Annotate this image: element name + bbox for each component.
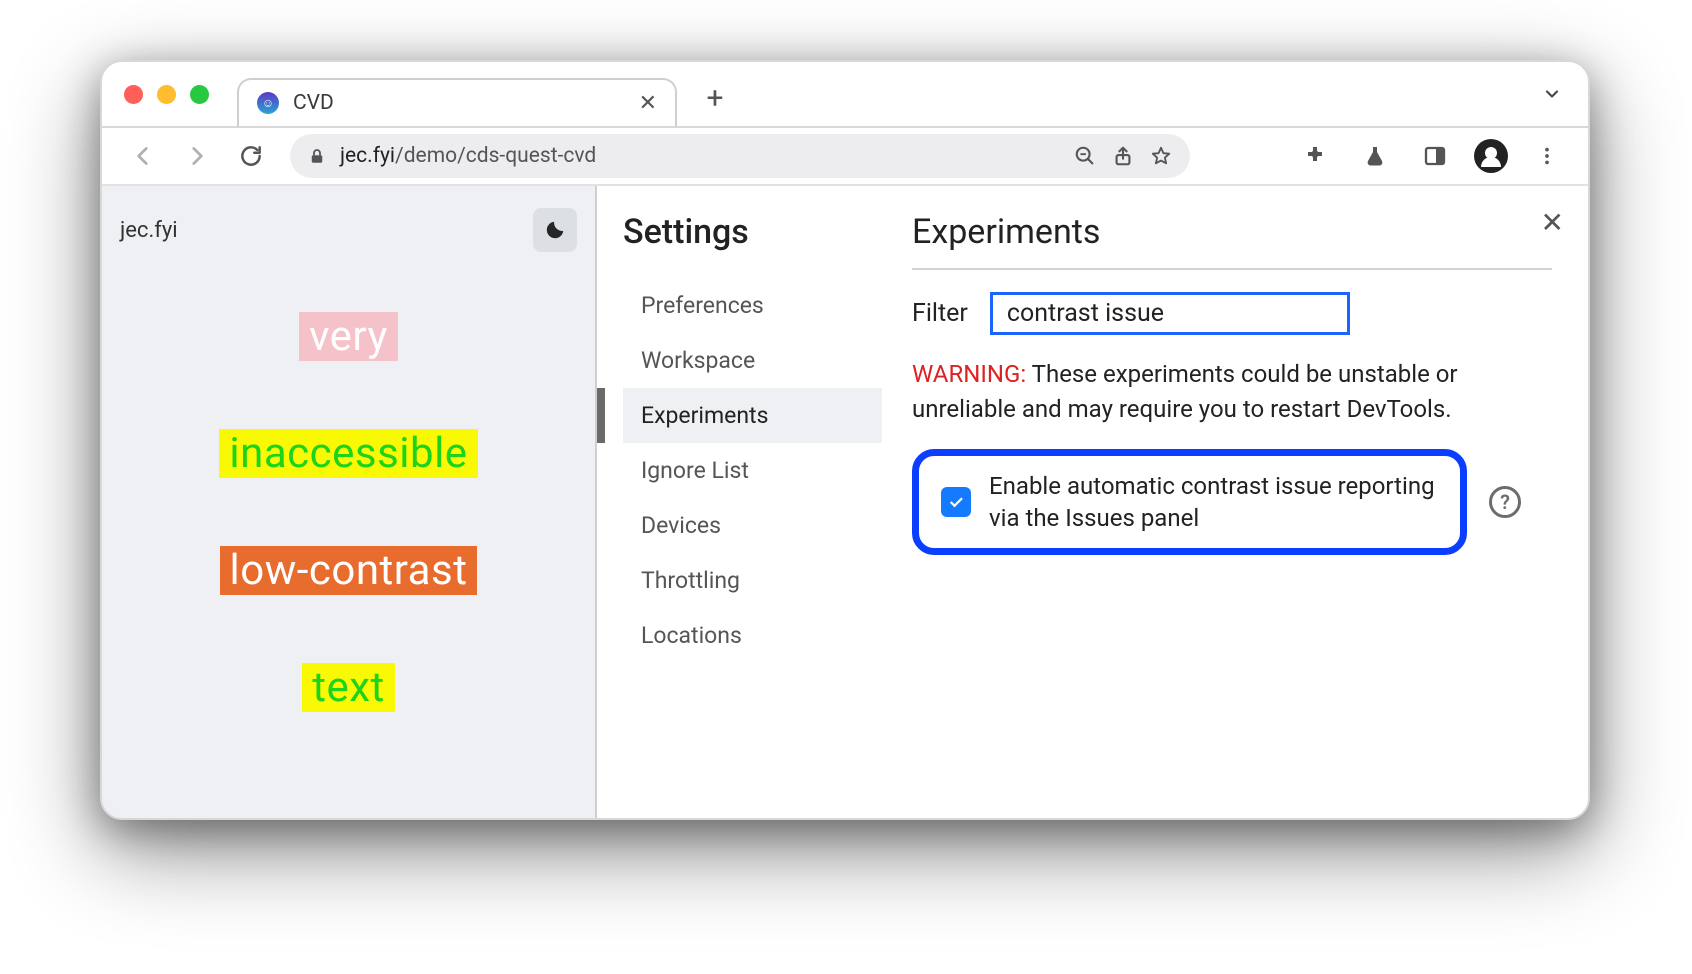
panel-title: Experiments xyxy=(912,212,1552,252)
back-button[interactable] xyxy=(122,135,164,177)
settings-nav: Preferences Workspace Experiments Ignore… xyxy=(623,278,882,663)
settings-title: Settings xyxy=(623,212,882,252)
forward-button[interactable] xyxy=(176,135,218,177)
site-brand: jec.fyi xyxy=(120,218,178,243)
labs-flask-icon[interactable] xyxy=(1354,135,1396,177)
nav-preferences[interactable]: Preferences xyxy=(623,278,882,333)
filter-label: Filter xyxy=(912,299,968,328)
new-tab-button[interactable]: + xyxy=(693,76,737,120)
bookmark-star-icon[interactable] xyxy=(1150,145,1172,167)
nav-locations[interactable]: Locations xyxy=(623,608,882,663)
nav-ignore-list[interactable]: Ignore List xyxy=(623,443,882,498)
filter-input[interactable] xyxy=(990,292,1350,335)
window-minimize-button[interactable] xyxy=(157,85,176,104)
demo-word: inaccessible xyxy=(219,429,477,478)
experiment-row: Enable automatic contrast issue reportin… xyxy=(912,449,1552,556)
warning-label: WARNING: xyxy=(912,360,1026,388)
content-area: jec.fyi very inaccessible low-contrast t… xyxy=(102,186,1588,818)
url-host: jec.fyi xyxy=(340,144,395,168)
share-icon[interactable] xyxy=(1112,145,1134,167)
extensions-icon[interactable] xyxy=(1294,135,1336,177)
tab-title: CVD xyxy=(293,91,625,115)
tab-favicon-icon: ☺ xyxy=(257,92,279,114)
nav-workspace[interactable]: Workspace xyxy=(623,333,882,388)
address-bar[interactable]: jec.fyi/demo/cds-quest-cvd xyxy=(290,134,1190,178)
nav-throttling[interactable]: Throttling xyxy=(623,553,882,608)
demo-text-list: very inaccessible low-contrast text xyxy=(120,312,577,712)
tab-overflow-button[interactable] xyxy=(1530,72,1574,116)
dark-mode-toggle[interactable] xyxy=(533,208,577,252)
experiment-highlight-box: Enable automatic contrast issue reportin… xyxy=(912,449,1467,556)
browser-tab[interactable]: ☺ CVD ✕ xyxy=(237,78,677,126)
settings-main: Experiments Filter WARNING: These experi… xyxy=(882,186,1588,818)
reload-button[interactable] xyxy=(230,135,272,177)
window-close-button[interactable] xyxy=(124,85,143,104)
browser-menu-icon[interactable] xyxy=(1526,135,1568,177)
nav-devices[interactable]: Devices xyxy=(623,498,882,553)
warning-text: WARNING: These experiments could be unst… xyxy=(912,357,1502,427)
devtools-settings: ✕ Settings Preferences Workspace Experim… xyxy=(597,186,1588,818)
page-viewport: jec.fyi very inaccessible low-contrast t… xyxy=(102,186,597,818)
experiment-label: Enable automatic contrast issue reportin… xyxy=(989,470,1438,535)
tab-close-button[interactable]: ✕ xyxy=(639,91,657,116)
help-icon[interactable]: ? xyxy=(1489,486,1521,518)
side-panel-icon[interactable] xyxy=(1414,135,1456,177)
zoom-icon[interactable] xyxy=(1074,145,1096,167)
browser-toolbar: jec.fyi/demo/cds-quest-cvd xyxy=(102,126,1588,186)
experiment-checkbox[interactable] xyxy=(941,487,971,517)
demo-word: text xyxy=(302,663,395,712)
settings-sidebar: Settings Preferences Workspace Experimen… xyxy=(597,186,882,818)
lock-icon xyxy=(308,146,326,166)
window-maximize-button[interactable] xyxy=(190,85,209,104)
window-controls xyxy=(124,85,209,104)
tab-strip: ☺ CVD ✕ + xyxy=(102,62,1588,126)
browser-window: ☺ CVD ✕ + xyxy=(100,60,1590,820)
url-text: jec.fyi/demo/cds-quest-cvd xyxy=(340,144,596,168)
profile-avatar-icon[interactable] xyxy=(1474,139,1508,173)
demo-word: very xyxy=(299,312,398,361)
demo-word: low-contrast xyxy=(220,546,478,595)
filter-row: Filter xyxy=(912,292,1552,335)
divider xyxy=(912,268,1552,270)
nav-experiments[interactable]: Experiments xyxy=(623,388,882,443)
url-path: /demo/cds-quest-cvd xyxy=(395,144,596,168)
